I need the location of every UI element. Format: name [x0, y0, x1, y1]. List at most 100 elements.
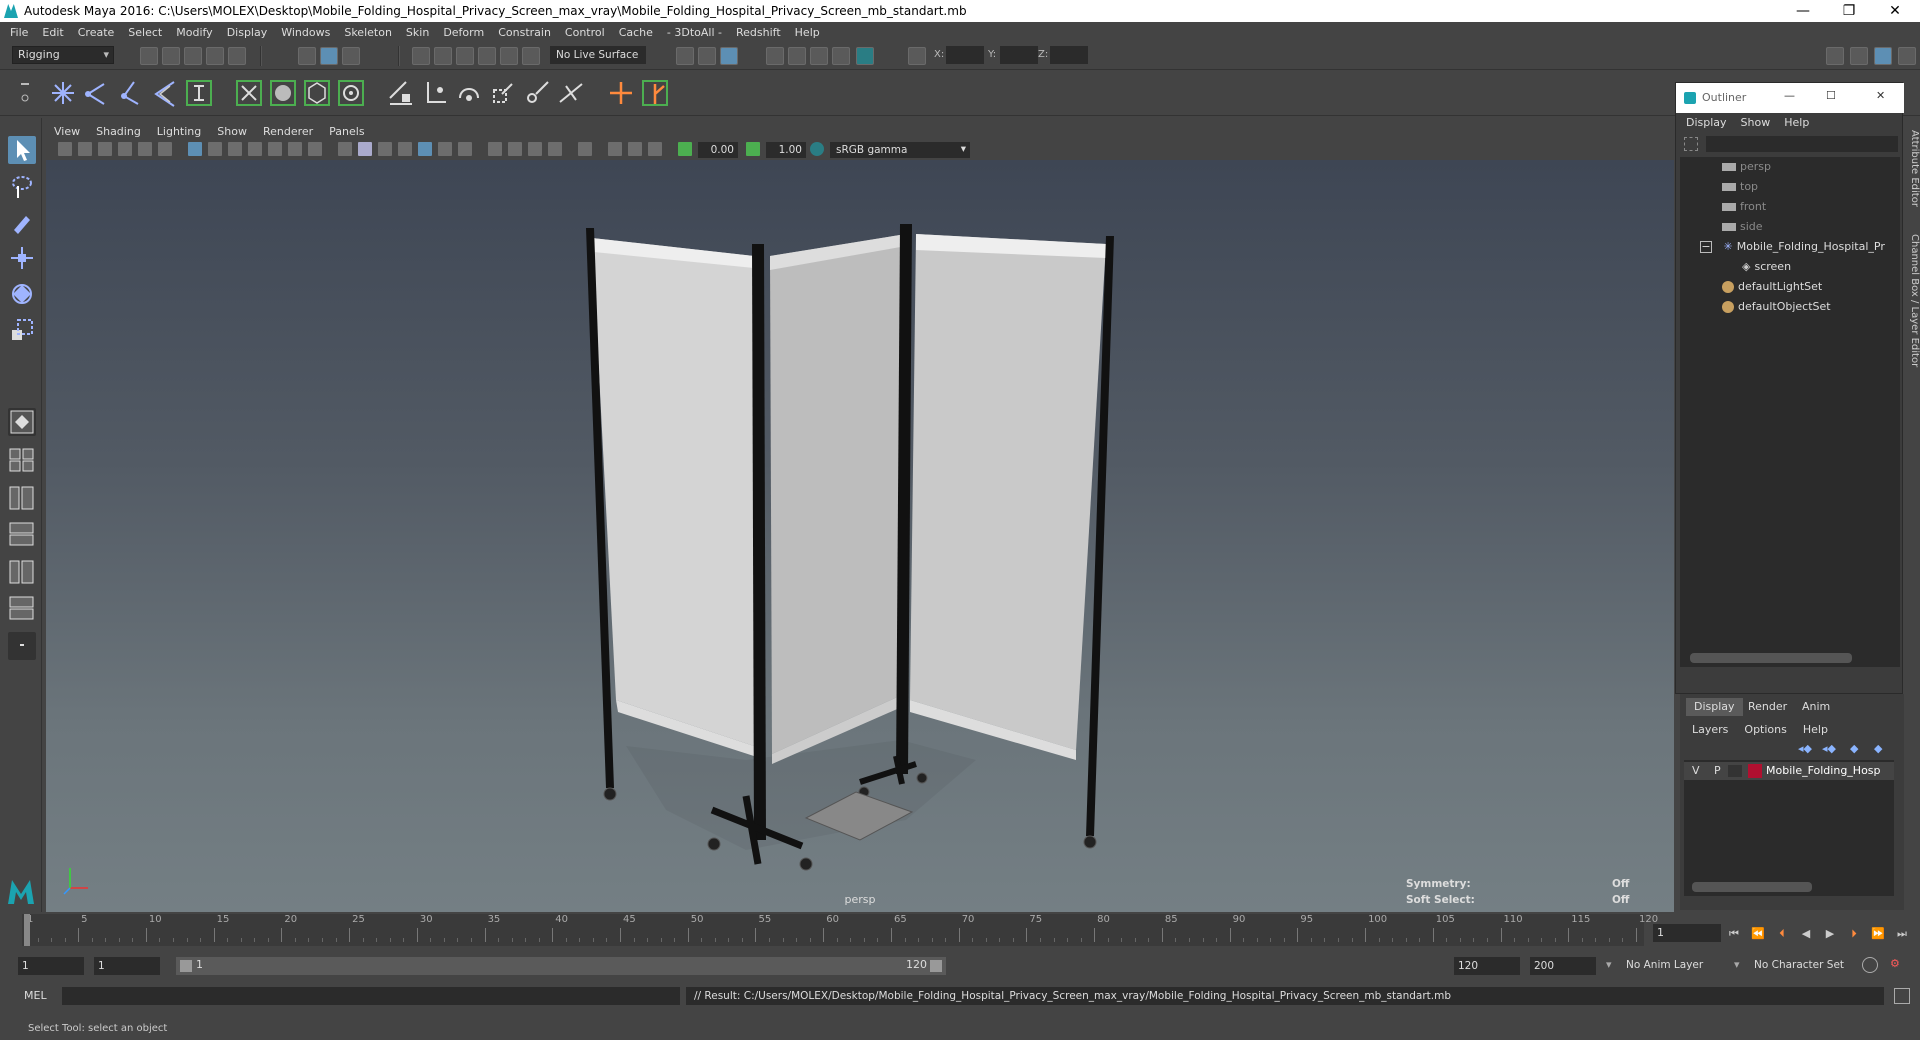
- smooth-bind-icon[interactable]: [268, 78, 298, 108]
- outliner-menu-show[interactable]: Show: [1741, 116, 1771, 129]
- attribute-editor-toggle-icon[interactable]: [1874, 47, 1892, 65]
- time-slider[interactable]: 1 5 10 15 20 25 30 35 40 45 50 55 60 65 70 75 80 85 90 95 10…: [0, 912, 1920, 948]
- layer-name[interactable]: Mobile_Folding_Hosp: [1766, 764, 1881, 777]
- restore-button[interactable]: ❐: [1826, 0, 1872, 22]
- viewport-menu-show[interactable]: Show: [217, 125, 247, 138]
- open-scene-icon[interactable]: [162, 47, 180, 65]
- textured-icon[interactable]: [418, 142, 432, 156]
- channel-box-layer-editor-tab[interactable]: Channel Box / Layer Editor: [1904, 234, 1920, 367]
- color-management-icon[interactable]: [810, 142, 824, 156]
- view-transform-dropdown[interactable]: sRGB gamma: [830, 141, 970, 158]
- snap-grid-icon[interactable]: [412, 47, 430, 65]
- live-surface-field[interactable]: No Live Surface: [550, 46, 646, 64]
- render-view-icon[interactable]: [676, 47, 694, 65]
- lattice-icon[interactable]: [302, 78, 332, 108]
- tool-settings-toggle-icon[interactable]: [1898, 47, 1916, 65]
- render-frame-icon[interactable]: [698, 47, 716, 65]
- xray-joints-icon[interactable]: [648, 142, 662, 156]
- layer-row[interactable]: V P Mobile_Folding_Hosp: [1684, 762, 1894, 780]
- outliner-menu-help[interactable]: Help: [1784, 116, 1809, 129]
- play-forwards-button[interactable]: ▶: [1822, 926, 1838, 942]
- layer-playback-toggle[interactable]: P: [1714, 764, 1721, 777]
- outliner-item-side[interactable]: side: [1680, 217, 1892, 237]
- animation-preferences-icon[interactable]: ⚙: [1890, 957, 1900, 970]
- z-field[interactable]: [1050, 46, 1088, 64]
- current-time-indicator[interactable]: [24, 914, 30, 946]
- layer-tab-render[interactable]: Render: [1740, 698, 1795, 716]
- new-scene-icon[interactable]: [140, 47, 158, 65]
- hypershade-icon[interactable]: [788, 47, 806, 65]
- ik-handle-icon[interactable]: [150, 78, 180, 108]
- set-driven-key-icon[interactable]: [640, 78, 670, 108]
- select-by-object-icon[interactable]: [320, 47, 338, 65]
- persp-hypershade-layout-icon[interactable]: [8, 558, 36, 586]
- select-by-hierarchy-icon[interactable]: [298, 47, 316, 65]
- wireframe-on-shaded-icon[interactable]: [398, 142, 412, 156]
- pole-vector-constraint-icon[interactable]: [556, 78, 586, 108]
- image-plane-icon[interactable]: [118, 142, 132, 156]
- four-view-layout-icon[interactable]: [8, 446, 36, 474]
- outliner-item-defaultlightset[interactable]: defaultLightSet: [1680, 277, 1892, 297]
- menu-help[interactable]: Help: [795, 26, 820, 39]
- camera-select-icon[interactable]: [58, 142, 72, 156]
- select-tool[interactable]: [8, 136, 36, 164]
- menu-create[interactable]: Create: [78, 26, 115, 39]
- outliner-item-group[interactable]: − ✳ Mobile_Folding_Hospital_Pr: [1680, 237, 1892, 257]
- snap-view-plane-icon[interactable]: [478, 47, 496, 65]
- resolution-gate-icon[interactable]: [228, 142, 242, 156]
- outliner-close-button[interactable]: ✕: [1876, 89, 1885, 102]
- anim-layer-dropdown[interactable]: No Anim Layer: [1626, 959, 1703, 971]
- persp-uv-layout-icon[interactable]: [8, 594, 36, 622]
- mel-label[interactable]: MEL: [24, 987, 47, 1005]
- range-slider[interactable]: 1 120: [176, 957, 946, 975]
- outliner-filter-icon[interactable]: [1684, 137, 1698, 151]
- x-field[interactable]: [946, 46, 984, 64]
- playback-start-field[interactable]: 1: [94, 957, 160, 975]
- perspective-viewport[interactable]: Symmetry: Off Soft Select: Off persp: [46, 160, 1674, 912]
- animation-end-field[interactable]: 200: [1530, 957, 1596, 975]
- point-constraint-icon[interactable]: [420, 78, 450, 108]
- insert-joint-icon[interactable]: [82, 78, 112, 108]
- make-live-icon[interactable]: [500, 47, 518, 65]
- animation-start-field[interactable]: 1: [18, 957, 84, 975]
- outliner-horizontal-scrollbar[interactable]: [1690, 653, 1852, 663]
- persp-graph-layout-icon[interactable]: [8, 520, 36, 548]
- 2d-pan-zoom-icon[interactable]: [138, 142, 152, 156]
- bookmark-icon[interactable]: [98, 142, 112, 156]
- range-options-icon[interactable]: ▾: [1606, 958, 1612, 971]
- menu-control[interactable]: Control: [565, 26, 605, 39]
- viewport-menu-panels[interactable]: Panels: [329, 125, 364, 138]
- bind-skin-icon[interactable]: [234, 78, 264, 108]
- modeling-toolkit-icon[interactable]: [1826, 47, 1844, 65]
- viewport-menu-lighting[interactable]: Lighting: [157, 125, 201, 138]
- step-forward-frame-button[interactable]: ⏩: [1870, 926, 1886, 942]
- create-joint-icon[interactable]: [48, 78, 78, 108]
- collapse-icon[interactable]: −: [1700, 241, 1712, 253]
- render-globals-icon[interactable]: [810, 47, 828, 65]
- layer-color-swatch[interactable]: [1748, 764, 1762, 778]
- viewport-menu-shading[interactable]: Shading: [96, 125, 141, 138]
- viewport-menu-renderer[interactable]: Renderer: [263, 125, 313, 138]
- exposure-icon[interactable]: [678, 142, 692, 156]
- y-field[interactable]: [1000, 46, 1038, 64]
- redshift-render-icon[interactable]: [856, 47, 874, 65]
- menu-3dtoall[interactable]: - 3DtoAll -: [667, 26, 722, 39]
- rotate-tool[interactable]: [8, 280, 36, 308]
- field-chart-icon[interactable]: [268, 142, 282, 156]
- viewport-menu-view[interactable]: View: [54, 125, 80, 138]
- menu-set-dropdown[interactable]: Rigging: [12, 46, 114, 64]
- lasso-tool[interactable]: [8, 172, 36, 200]
- grease-pencil-icon[interactable]: [158, 142, 172, 156]
- time-slider-track[interactable]: 1 5 10 15 20 25 30 35 40 45 50 55 60 65 70 75 80 85 90 95 10…: [22, 914, 1658, 946]
- auto-key-icon[interactable]: [1862, 957, 1878, 973]
- playback-end-field[interactable]: 120: [1454, 957, 1520, 975]
- menu-redshift[interactable]: Redshift: [736, 26, 781, 39]
- layer-visibility-toggle[interactable]: V: [1692, 764, 1700, 777]
- safe-action-icon[interactable]: [288, 142, 302, 156]
- parent-constraint-icon[interactable]: [386, 78, 416, 108]
- menu-constrain[interactable]: Constrain: [498, 26, 551, 39]
- menu-deform[interactable]: Deform: [443, 26, 484, 39]
- use-all-lights-icon[interactable]: [438, 142, 452, 156]
- mirror-joint-icon[interactable]: [116, 78, 146, 108]
- scale-tool[interactable]: [8, 316, 36, 344]
